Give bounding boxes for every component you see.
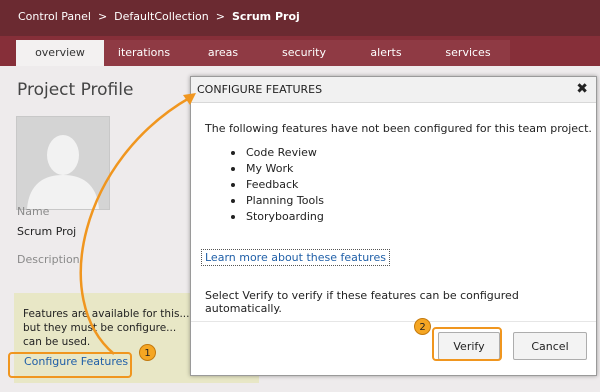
dialog-intro-text: The following features have not been con… xyxy=(205,122,592,135)
tab-alerts[interactable]: alerts xyxy=(346,40,426,66)
breadcrumb: Control Panel > DefaultCollection > Scrum Pr… xyxy=(18,10,300,23)
top-bar: Control Panel > DefaultCollection > Scrum Pr… xyxy=(0,0,600,36)
person-silhouette-icon xyxy=(17,117,109,209)
cancel-button[interactable]: Cancel xyxy=(513,332,587,360)
features-notice-line: but they must be configure... xyxy=(23,322,177,334)
name-label: Name xyxy=(17,205,50,218)
verify-button-highlight xyxy=(432,327,502,361)
tab-security[interactable]: security xyxy=(262,40,346,66)
feature-list: Code Review My Work Feedback Planning To… xyxy=(231,145,324,225)
page-title: Project Profile xyxy=(17,80,134,100)
tab-areas[interactable]: areas xyxy=(184,40,262,66)
close-icon[interactable]: ✖ xyxy=(576,81,588,97)
list-item: Planning Tools xyxy=(231,193,324,209)
description-label: Description xyxy=(17,253,80,266)
verify-instructions: Select Verify to verify if these feature… xyxy=(205,289,519,315)
list-item: Feedback xyxy=(231,177,324,193)
learn-more-link[interactable]: Learn more about these features xyxy=(201,249,390,266)
features-notice-text: Features are available for this... but t… xyxy=(23,307,193,349)
step-badge-2: 2 xyxy=(414,318,431,335)
tab-overview[interactable]: overview xyxy=(16,40,104,66)
step-badge-1: 1 xyxy=(139,344,156,361)
list-item: Storyboarding xyxy=(231,209,324,225)
tab-iterations[interactable]: iterations xyxy=(104,40,184,66)
breadcrumb-separator: > xyxy=(215,10,225,23)
list-item: Code Review xyxy=(231,145,324,161)
dialog-title: CONFIGURE FEATURES xyxy=(197,83,323,96)
list-item: My Work xyxy=(231,161,324,177)
tab-services[interactable]: services xyxy=(426,40,510,66)
breadcrumb-item-control-panel[interactable]: Control Panel xyxy=(18,10,91,23)
breadcrumb-current-project: Scrum Proj xyxy=(231,10,300,23)
breadcrumb-item-collection[interactable]: DefaultCollection xyxy=(114,10,209,23)
dialog-header: CONFIGURE FEATURES ✖ xyxy=(191,77,596,103)
configure-features-highlight xyxy=(8,352,132,378)
dialog-divider xyxy=(191,321,596,322)
project-avatar xyxy=(16,116,110,210)
breadcrumb-separator: > xyxy=(97,10,108,23)
configure-features-dialog: CONFIGURE FEATURES ✖ The following featu… xyxy=(190,76,597,376)
tab-bar: overview iterations areas security alert… xyxy=(0,36,600,66)
features-notice-line: Features are available for this... xyxy=(23,308,190,320)
features-notice-line: can be used. xyxy=(23,336,91,348)
name-value: Scrum Proj xyxy=(17,225,77,238)
